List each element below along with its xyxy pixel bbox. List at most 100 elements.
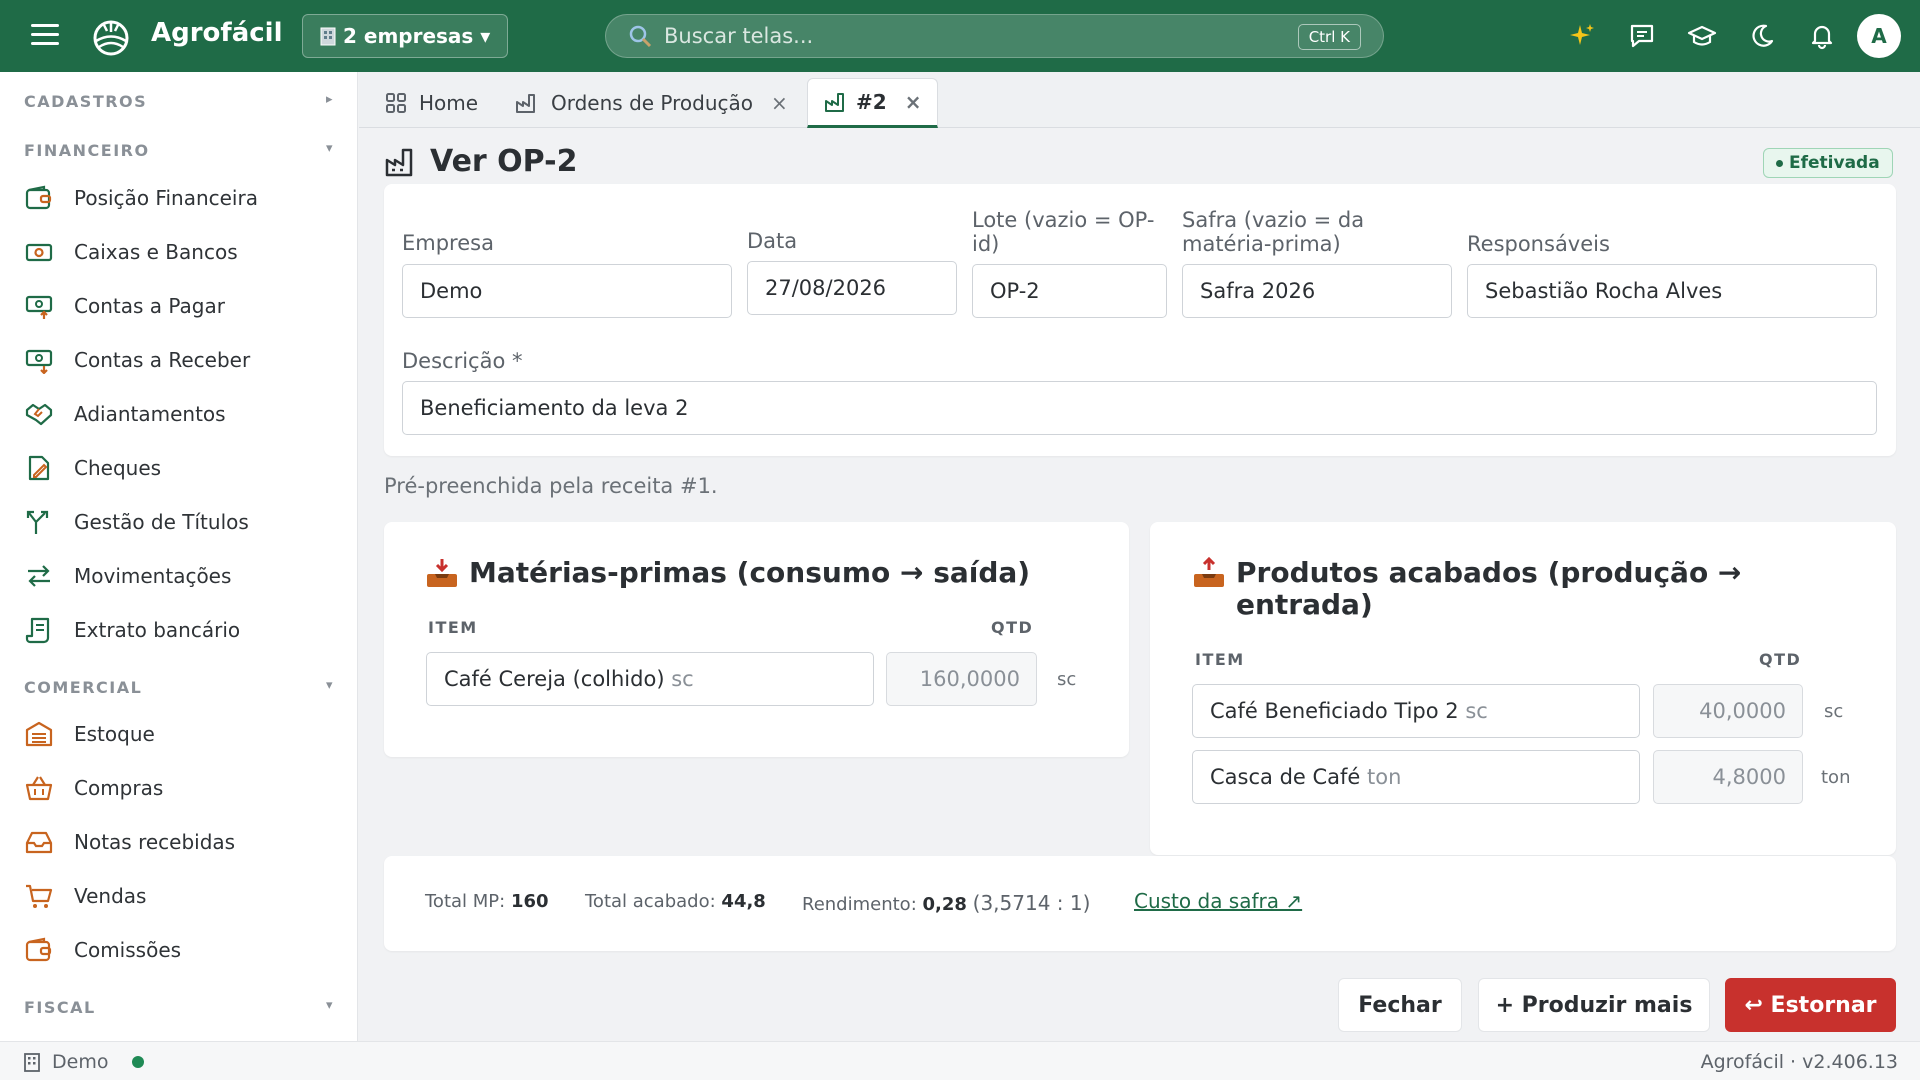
sidebar-item-compras[interactable]: Compras: [24, 766, 334, 810]
search-bar[interactable]: Ctrl K: [605, 14, 1384, 58]
graduation-cap-icon[interactable]: [1682, 16, 1722, 56]
caret-down-icon: ▾: [325, 678, 334, 693]
outbox-tray-icon: [1194, 557, 1224, 587]
item-name: Casca de Café: [1210, 765, 1361, 789]
sidebar-item-contas-pagar[interactable]: Contas a Pagar: [24, 284, 334, 328]
factory-icon: [385, 148, 413, 176]
sidebar-item-gestao-titulos[interactable]: Gestão de Títulos: [24, 500, 334, 544]
sidebar-item-label: Notas recebidas: [74, 830, 236, 854]
cart-icon: [24, 881, 60, 911]
item-field[interactable]: Café Cereja (colhido) sc: [426, 652, 874, 706]
sidebar-item-label: Caixas e Bancos: [74, 240, 238, 264]
sidebar-item-vendas[interactable]: Vendas: [24, 874, 334, 918]
materias-primas-title: Matérias-primas (consumo → saída): [425, 557, 1030, 589]
custo-safra-link[interactable]: Custo da safra ↗: [1134, 889, 1302, 913]
sidebar-section-fiscal[interactable]: FISCAL ▾: [24, 998, 334, 1017]
caret-down-icon: ▾: [325, 998, 334, 1013]
sidebar-item-label: Vendas: [74, 884, 147, 908]
cash-in-icon: [24, 345, 60, 375]
sidebar-item-extrato-bancario[interactable]: Extrato bancário: [24, 608, 334, 652]
safra-field[interactable]: Safra 2026: [1182, 264, 1452, 318]
item-name: Café Cereja (colhido): [444, 667, 665, 691]
search-input[interactable]: [664, 24, 1304, 48]
rendimento-value: 0,28: [922, 894, 967, 915]
close-icon[interactable]: ×: [905, 90, 922, 114]
lote-label: Lote (vazio = OP-id): [972, 208, 1155, 256]
responsaveis-field[interactable]: Sebastião Rocha Alves: [1467, 264, 1877, 318]
reverse-button[interactable]: ↩ Estornar: [1725, 978, 1896, 1032]
sidebar-item-caixas-bancos[interactable]: Caixas e Bancos: [24, 230, 334, 274]
tab-ordens-producao[interactable]: Ordens de Produção ×: [515, 78, 788, 128]
factory-icon: [825, 93, 844, 112]
sidebar-item-cheques[interactable]: Cheques: [24, 446, 334, 490]
arrows-icon: [24, 561, 60, 591]
warehouse-icon: [24, 719, 60, 749]
caret-right-icon: ▸: [325, 92, 334, 107]
item-unit: ton: [1367, 765, 1402, 789]
chat-icon[interactable]: [1622, 16, 1662, 56]
rendimento-ratio: (3,5714 : 1): [972, 891, 1091, 915]
total-acabado-label: Total acabado:: [585, 891, 716, 912]
item-field[interactable]: Café Beneficiado Tipo 2 sc: [1192, 684, 1640, 738]
company-selector[interactable]: 2 empresas ▾: [302, 14, 508, 58]
app-brand: Agrofácil: [151, 18, 283, 48]
sidebar-section-financeiro[interactable]: FINANCEIRO ▾: [24, 141, 334, 160]
unit-label: sc: [1824, 701, 1844, 722]
sidebar-section-cadastros[interactable]: CADASTROS ▸: [24, 92, 334, 111]
produce-more-button[interactable]: + Produzir mais: [1478, 978, 1710, 1032]
sidebar-item-comissoes[interactable]: Comissões: [24, 928, 334, 972]
sidebar-section-comercial[interactable]: COMERCIAL ▾: [24, 678, 334, 697]
item-field[interactable]: Casca de Café ton: [1192, 750, 1640, 804]
moon-icon[interactable]: [1742, 16, 1782, 56]
branch-icon: [24, 507, 60, 537]
grid-icon: [386, 93, 406, 113]
descricao-field[interactable]: Beneficiamento da leva 2: [402, 381, 1877, 435]
footer-company-name: Demo: [52, 1051, 109, 1073]
sidebar-item-estoque[interactable]: Estoque: [24, 712, 334, 756]
sidebar-item-adiantamentos[interactable]: Adiantamentos: [24, 392, 334, 436]
tab-home[interactable]: Home: [385, 78, 478, 128]
page-title: Ver OP-2: [430, 144, 578, 179]
building-icon: [320, 27, 336, 46]
top-actions: [1562, 16, 1842, 56]
sidebar-item-posicao-financeira[interactable]: Posição Financeira: [24, 176, 334, 220]
avatar[interactable]: A: [1857, 14, 1901, 58]
sidebar-item-label: Estoque: [74, 722, 155, 746]
item-unit: sc: [1465, 699, 1488, 723]
sidebar-item-notas-recebidas[interactable]: Notas recebidas: [24, 820, 334, 864]
total-acabado-value: 44,8: [721, 891, 766, 912]
sidebar-item-label: Movimentações: [74, 564, 232, 588]
close-icon[interactable]: ×: [771, 91, 788, 115]
close-button[interactable]: Fechar: [1338, 978, 1462, 1032]
tab-label: Home: [419, 91, 479, 115]
tab-op-2[interactable]: #2 ×: [807, 78, 939, 128]
empresa-label: Empresa: [402, 231, 494, 255]
bell-icon[interactable]: [1802, 16, 1842, 56]
sidebar: CADASTROS ▸ FINANCEIRO ▾ Posição Finance…: [0, 72, 358, 1041]
unit-label: ton: [1821, 767, 1851, 788]
menu-icon[interactable]: [31, 24, 59, 48]
app-version: Agrofácil · v2.406.13: [1700, 1051, 1898, 1073]
sidebar-item-movimentacoes[interactable]: Movimentações: [24, 554, 334, 598]
sidebar-item-label: Contas a Receber: [74, 348, 251, 372]
factory-icon: [516, 94, 535, 113]
cash-out-icon: [24, 291, 60, 321]
tab-label: #2: [856, 90, 887, 114]
tab-bar: Home Ordens de Produção × #2 ×: [359, 72, 1920, 128]
section-title: CADASTROS: [24, 92, 148, 111]
logo-icon: [93, 20, 129, 56]
data-field[interactable]: 27/08/2026: [747, 261, 957, 315]
top-bar: Agrofácil 2 empresas ▾ Ctrl K A: [0, 0, 1920, 72]
footer-company: Demo: [22, 1051, 108, 1073]
column-qtd: QTD: [991, 618, 1034, 637]
status-badge: Efetivada: [1763, 148, 1893, 178]
sidebar-item-label: Compras: [74, 776, 164, 800]
section-title: FINANCEIRO: [24, 141, 150, 160]
lote-field[interactable]: OP-2: [972, 264, 1167, 318]
section-title: FISCAL: [24, 998, 96, 1017]
rendimento: Rendimento: 0,28 (3,5714 : 1): [802, 891, 1090, 915]
sidebar-item-contas-receber[interactable]: Contas a Receber: [24, 338, 334, 382]
empresa-field[interactable]: Demo: [402, 264, 732, 318]
item-name: Café Beneficiado Tipo 2: [1210, 699, 1459, 723]
sparkles-icon[interactable]: [1562, 16, 1602, 56]
